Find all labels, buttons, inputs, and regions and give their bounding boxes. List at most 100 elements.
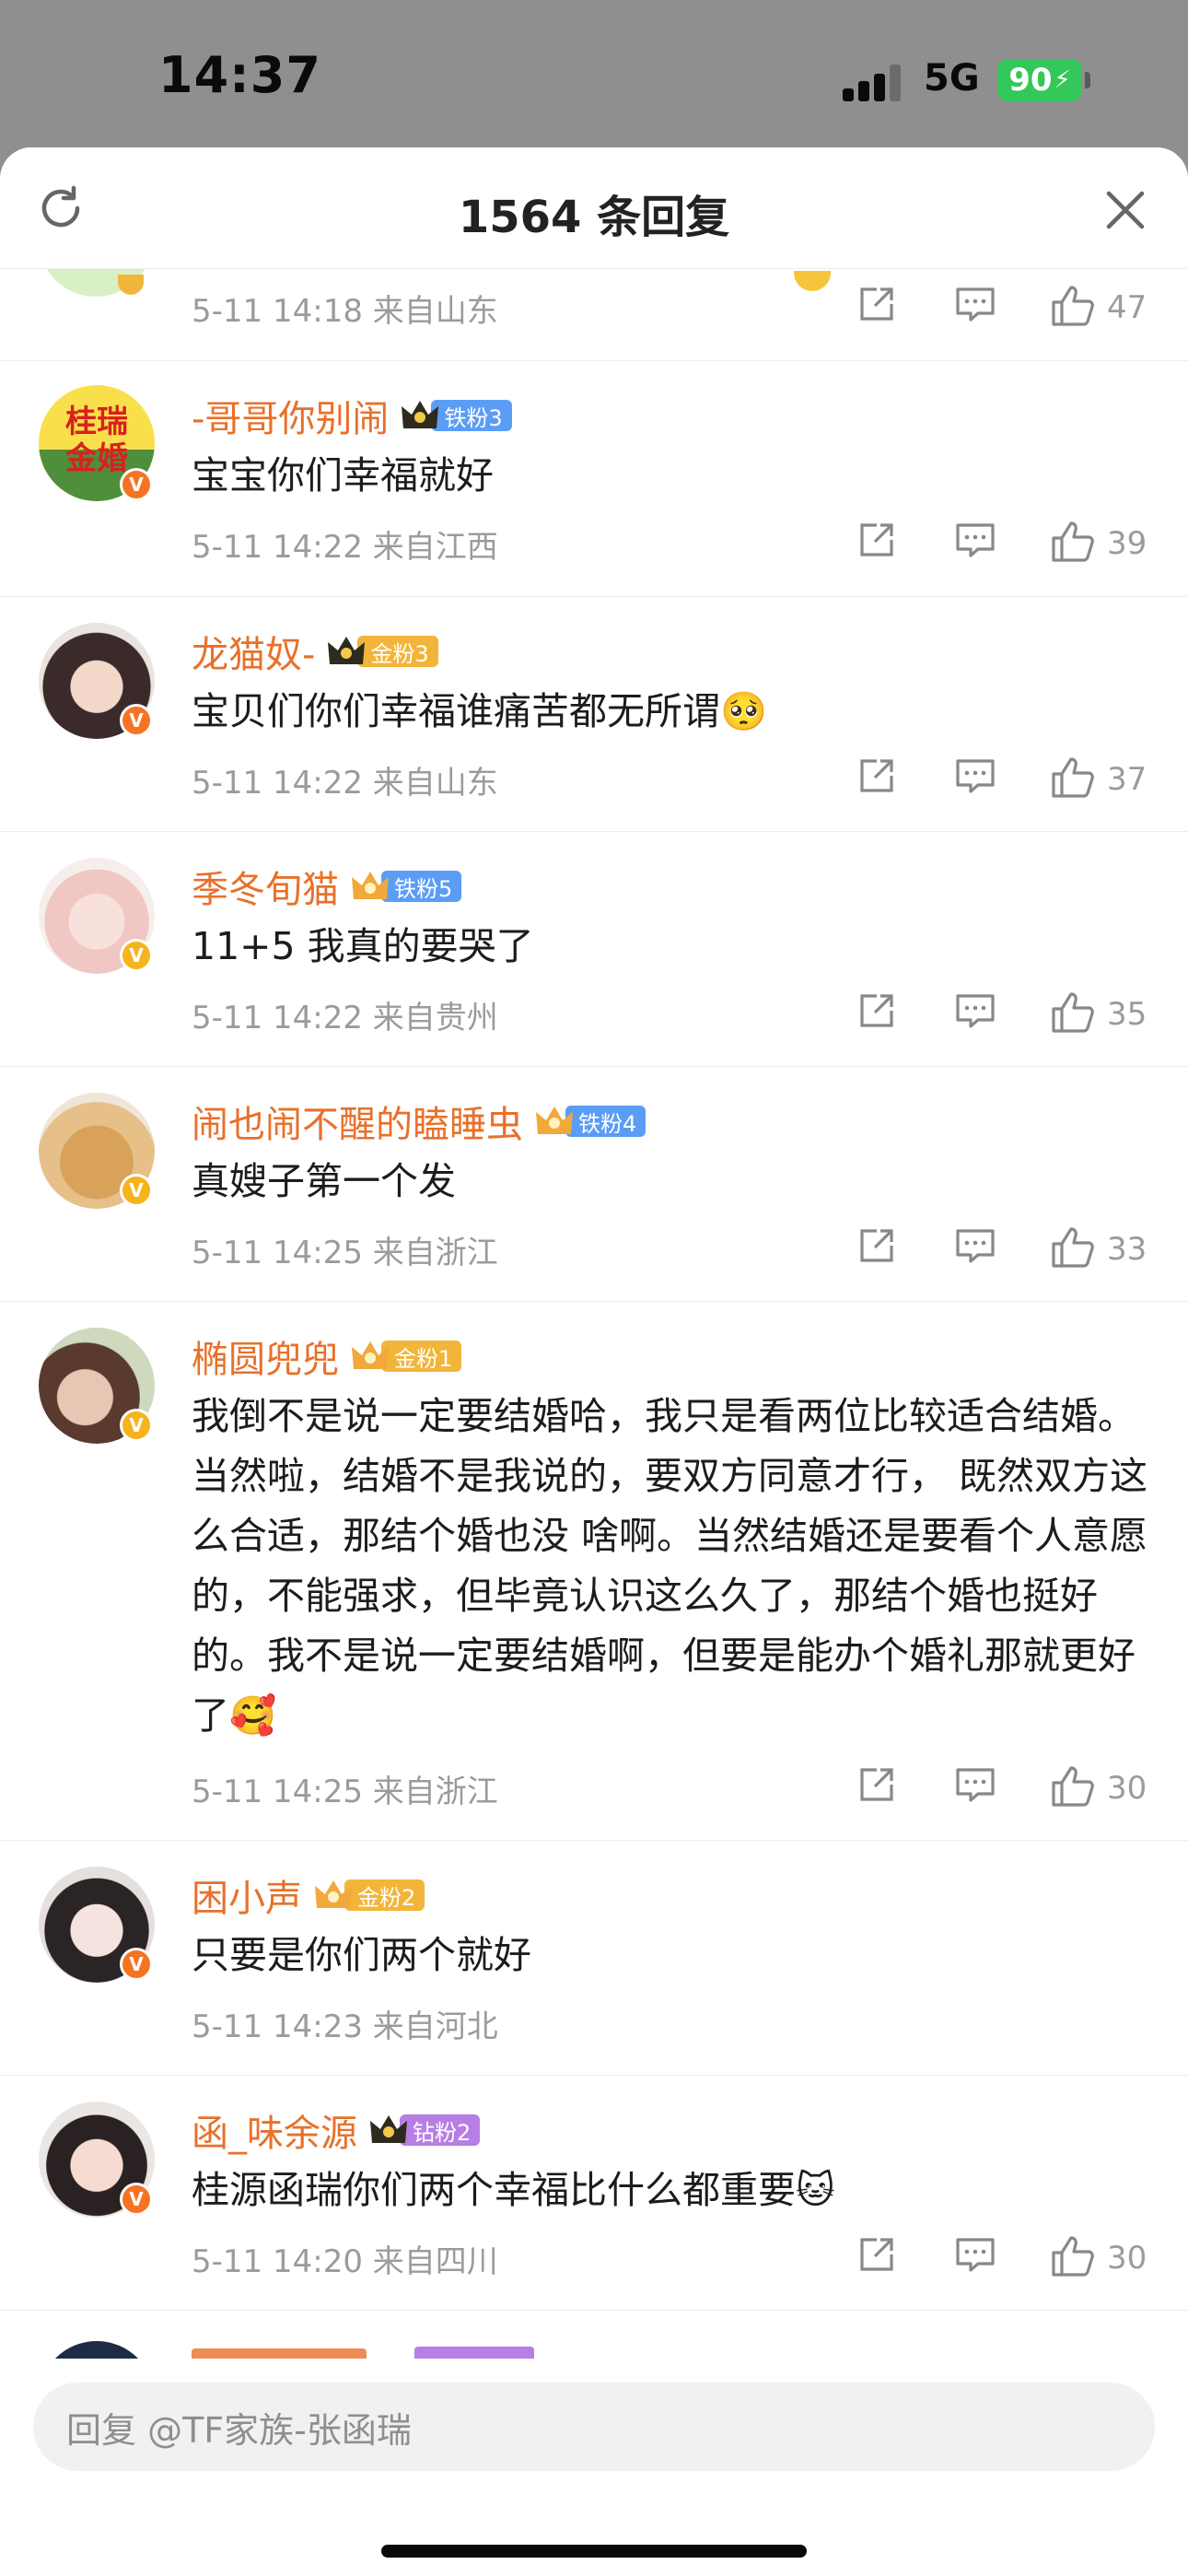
list-item[interactable]: V 困小声 金粉2 只要是你们两个就好 5-11 14:23 来自河北 [0,1841,1188,2076]
comment-actions: 47 [856,284,1160,335]
comment-text: 桂源函瑞你们两个幸福比什么都重要🐱 [192,2168,835,2212]
username[interactable]: 闹也闹不醒的瞌睡虫 [192,1095,523,1148]
list-item[interactable]: V 椭圆兜兜 金粉1 我倒不是说一定要结婚哈，我只是看两位比较适合结婚。当然啦，… [0,1302,1188,1841]
share-icon[interactable] [856,1764,897,1805]
comment-meta: 5-11 14:18 来自山东 [192,293,498,330]
name-row: 困小声 金粉2 [192,1868,425,1922]
comment-actions: 37 [856,755,1160,807]
like-icon[interactable] [1050,1225,1096,1270]
home-indicator [381,2545,807,2558]
fan-level: 金粉3 [357,636,438,667]
comment-text: 只要是你们两个就好 [192,1933,531,1977]
fan-badge: 金粉3 [326,635,438,668]
username[interactable]: 龙猫奴- [192,625,315,678]
list-item[interactable]: 桂瑞 金婚 V -哥哥你别闹 铁粉3 宝宝你们幸福就好 5-11 14:22 来… [0,361,1188,597]
status-time: 14:37 [158,46,321,104]
share-icon[interactable] [856,284,897,324]
battery-level: 90 [1008,62,1053,99]
share-icon[interactable] [856,2234,897,2275]
comment-meta: 5-11 14:23 来自河北 [192,2008,498,2045]
verified-badge: V [120,1948,153,1981]
list-item: 5-11 14:18 来自山东 47 [0,232,1188,361]
comment-icon[interactable] [954,990,996,1031]
fan-level: 钻粉2 [400,2114,481,2146]
list-item[interactable]: V 龙猫奴- 金粉3 宝贝们你们幸福谁痛苦都无所谓🥺 5-11 14:22 来自… [0,597,1188,832]
comment-actions: 30 [856,2234,1160,2286]
comment-icon[interactable] [954,520,996,560]
crown-icon [352,1341,389,1369]
list-item[interactable]: V 闹也闹不醒的瞌睡虫 铁粉4 真嫂子第一个发 5-11 14:25 来自浙江 … [0,1067,1188,1302]
share-icon[interactable] [856,755,897,796]
name-row: 龙猫奴- 金粉3 [192,625,438,678]
verified-badge: V [120,1409,153,1442]
like-icon[interactable] [1050,520,1096,564]
fan-badge-peek [414,2347,534,2359]
avatar-text: 桂瑞 金婚 [65,404,128,477]
comment-icon[interactable] [954,755,996,796]
comment-text: 真嫂子第一个发 [192,1159,456,1203]
close-icon[interactable] [1101,186,1149,234]
comment-icon[interactable] [954,284,996,324]
crown-icon [536,1107,573,1134]
share-icon[interactable] [856,990,897,1031]
like-icon[interactable] [1050,1764,1096,1809]
comment-icon[interactable] [954,1225,996,1266]
crown-icon [402,401,439,428]
fan-badge: 铁粉5 [350,870,462,903]
crown-icon [370,2115,407,2143]
comment-meta: 5-11 14:25 来自浙江 [192,1235,498,1271]
comment-actions: 35 [856,990,1160,1042]
fan-level: 铁粉3 [431,400,512,431]
share-icon[interactable] [856,1225,897,1266]
share-icon[interactable] [856,520,897,560]
crown-icon [315,1880,352,1908]
comment-text: 宝宝你们幸福就好 [192,453,494,498]
comment-meta: 5-11 14:20 来自四川 [192,2243,498,2280]
username[interactable]: 椭圆兜兜 [192,1329,339,1383]
name-row: 季冬旬猫 铁粉5 [192,860,462,913]
like-count: 30 [1107,2240,1147,2277]
username-peek [192,2348,367,2359]
signal-icon [843,64,902,101]
name-row: 函_味余源 钻粉2 [192,2103,481,2157]
like-count: 47 [1107,289,1147,326]
name-row: 闹也闹不醒的瞌睡虫 铁粉4 [192,1095,646,1148]
next-item-peek [0,2336,1188,2359]
like-icon[interactable] [1050,284,1096,328]
username[interactable]: 困小声 [192,1868,302,1922]
comment-icon[interactable] [954,1764,996,1805]
list-item[interactable]: V 函_味余源 钻粉2 桂源函瑞你们两个幸福比什么都重要🐱 5-11 14:20… [0,2076,1188,2311]
username[interactable]: 函_味余源 [192,2103,357,2157]
verified-badge [118,275,144,295]
crown-icon [328,637,366,664]
page-title: 1564 条回复 [458,192,730,243]
fan-level: 金粉1 [381,1341,462,1372]
like-count: 35 [1107,996,1147,1033]
fan-level: 铁粉4 [565,1106,646,1137]
status-bar: 14:37 5G 90 ⚡ [0,0,1188,152]
like-icon[interactable] [1050,990,1096,1035]
username[interactable]: -哥哥你别闹 [192,389,389,442]
fan-badge: 钻粉2 [368,2113,481,2147]
like-icon[interactable] [1050,755,1096,800]
like-count: 30 [1107,1770,1147,1807]
like-count: 39 [1107,525,1147,562]
replies-sheet: 1564 条回复 5-11 14:18 来自山东 47 桂瑞 金婚 V -哥哥你… [0,147,1188,2576]
network-label: 5G [924,57,980,100]
like-icon[interactable] [1050,2234,1096,2278]
avatar [39,2341,155,2359]
comment-meta: 5-11 14:22 来自贵州 [192,1000,498,1036]
fan-badge: 金粉2 [313,1879,425,1912]
comment-actions: 30 [856,1764,1160,1816]
like-count: 33 [1107,1231,1147,1268]
comment-actions: 39 [856,520,1160,571]
reply-input[interactable]: 回复 @TF家族-张函瑞 [33,2383,1155,2471]
comment-meta: 5-11 14:25 来自浙江 [192,1774,498,1810]
fan-badge: 铁粉3 [400,399,512,432]
list-item[interactable]: V 季冬旬猫 铁粉5 11+5 我真的要哭了 5-11 14:22 来自贵州 3… [0,832,1188,1067]
verified-badge: V [120,468,153,501]
username[interactable]: 季冬旬猫 [192,860,339,913]
comment-icon[interactable] [954,2234,996,2275]
crown-icon [352,872,389,899]
verified-badge: V [120,2183,153,2216]
